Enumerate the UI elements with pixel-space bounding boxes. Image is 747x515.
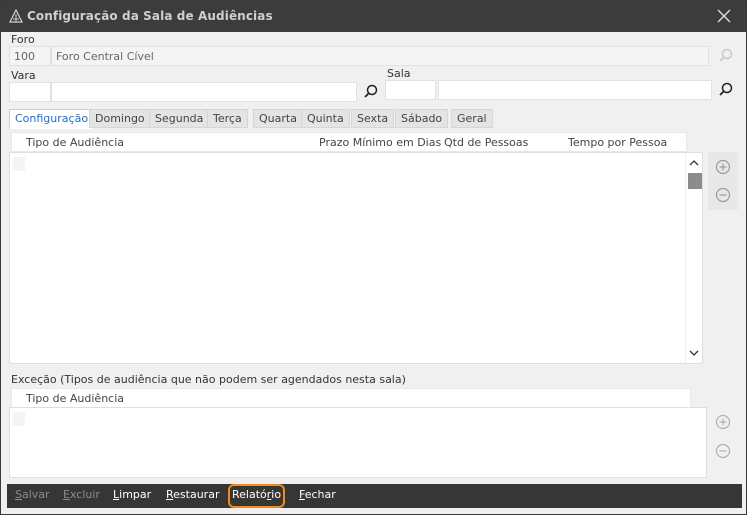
scroll-thumb[interactable] xyxy=(688,173,702,189)
config-table-header: Tipo de Audiência Prazo Mínimo em Dias Q… xyxy=(11,132,687,152)
foro-name-field[interactable]: Foro Central Cível xyxy=(51,46,709,66)
exception-add-circle-icon[interactable] xyxy=(715,414,731,430)
limpar-button[interactable]: Limpar xyxy=(113,488,151,504)
footer-toolbar: Salvar Excluir Limpar Restaurar Relatóri… xyxy=(7,484,742,508)
add-circle-icon[interactable] xyxy=(715,159,731,175)
config-table-body[interactable] xyxy=(9,152,703,364)
tab-domingo[interactable]: Domingo xyxy=(89,109,151,128)
col-tipo-audiencia[interactable]: Tipo de Audiência xyxy=(26,136,124,149)
row-indicator xyxy=(13,157,25,171)
tab-quarta[interactable]: Quarta xyxy=(253,109,303,128)
remove-circle-icon[interactable] xyxy=(715,187,731,203)
col-exception-tipo-audiencia[interactable]: Tipo de Audiência xyxy=(26,392,124,405)
tab-segunda[interactable]: Segunda xyxy=(149,109,210,128)
exception-table-body[interactable] xyxy=(9,407,707,478)
foro-label: Foro xyxy=(11,33,35,46)
salvar-label: alvar xyxy=(21,488,50,501)
vara-name-field[interactable] xyxy=(51,82,357,102)
sala-name-field[interactable] xyxy=(438,80,712,100)
sala-code-field[interactable] xyxy=(385,80,436,100)
tab-sexta[interactable]: Sexta xyxy=(351,109,395,128)
tab-configuracao[interactable]: Configuração xyxy=(9,109,95,129)
config-side-panel xyxy=(708,152,738,210)
tab-sabado[interactable]: Sábado xyxy=(395,109,449,128)
title-bar: Configuração da Sala de Audiências xyxy=(1,1,746,32)
relatorio-label: io xyxy=(271,488,282,501)
fechar-label: echar xyxy=(304,488,336,501)
foro-search-icon[interactable] xyxy=(716,46,736,66)
exception-table-header: Tipo de Audiência xyxy=(11,388,691,408)
row-indicator xyxy=(13,412,25,426)
salvar-button[interactable]: Salvar xyxy=(15,488,50,504)
restaurar-label: estaurar xyxy=(173,488,220,501)
relatorio-button[interactable]: Relatório xyxy=(227,484,286,508)
salvar-hotkey: S xyxy=(15,488,22,501)
scroll-up-icon[interactable] xyxy=(688,157,700,169)
vara-code-field[interactable] xyxy=(9,82,51,102)
tab-quinta[interactable]: Quinta xyxy=(301,109,350,128)
vara-label: Vara xyxy=(11,69,36,82)
excluir-hotkey: E xyxy=(63,488,70,501)
dialog-window: Configuração da Sala de Audiências Foro … xyxy=(0,0,747,515)
fechar-button[interactable]: Fechar xyxy=(299,488,336,504)
foro-code-field[interactable]: 100 xyxy=(9,46,51,66)
vara-search-icon[interactable] xyxy=(361,82,381,102)
col-prazo-minimo[interactable]: Prazo Mínimo em Dias xyxy=(319,136,441,149)
scroll-down-icon[interactable] xyxy=(688,347,700,359)
sala-search-icon[interactable] xyxy=(716,80,736,100)
tab-geral[interactable]: Geral xyxy=(451,109,493,128)
vertical-scrollbar[interactable] xyxy=(685,153,702,363)
col-qtd-pessoas[interactable]: Qtd de Pessoas xyxy=(444,136,528,149)
restaurar-button[interactable]: Restaurar xyxy=(166,488,219,504)
excluir-label: xcluir xyxy=(69,488,100,501)
exception-label: Exceção (Tipos de audiência que não pode… xyxy=(11,373,406,386)
relatorio-label-pre: Relató xyxy=(232,488,267,501)
exception-remove-circle-icon[interactable] xyxy=(715,443,731,459)
window-title: Configuração da Sala de Audiências xyxy=(27,9,273,23)
col-tempo-pessoa[interactable]: Tempo por Pessoa xyxy=(568,136,667,149)
tab-terca[interactable]: Terça xyxy=(207,109,248,128)
limpar-label: impar xyxy=(119,488,152,501)
app-logo-icon xyxy=(9,9,23,23)
excluir-button[interactable]: Excluir xyxy=(63,488,100,504)
sala-label: Sala xyxy=(387,67,411,80)
close-icon[interactable] xyxy=(716,8,732,24)
